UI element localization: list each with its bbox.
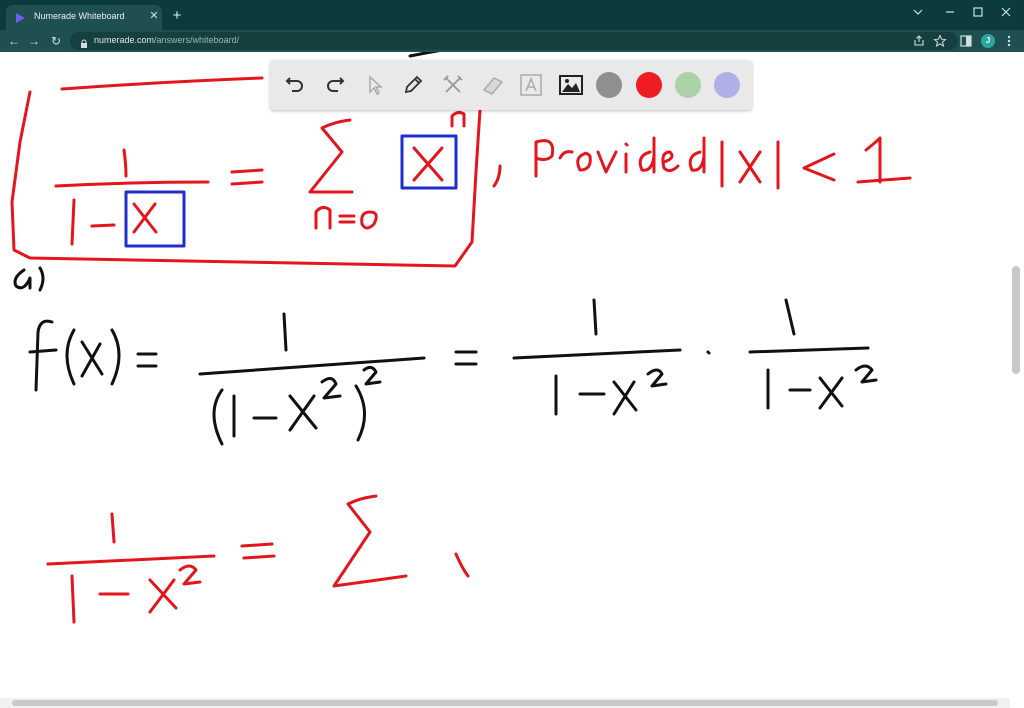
close-window-icon[interactable] [998,5,1014,19]
handwriting-layer [10,52,912,624]
eraser-icon[interactable] [480,72,506,98]
color-swatch-red[interactable] [636,72,662,98]
ink-sigma-1 [308,118,354,194]
ink-x-1 [132,202,158,234]
horizontal-scrollbar-thumb[interactable] [12,700,998,706]
back-icon[interactable]: ← [6,33,22,49]
ink-numerator-4 [784,298,796,336]
ink-one [856,136,912,184]
image-icon[interactable] [558,72,584,98]
url-host: numerade.com [94,35,155,45]
drawing-toolbar [270,60,752,110]
browser-tab-bar: Numerade Whiteboard ✕ + [0,0,1024,30]
text-icon[interactable] [518,72,544,98]
new-tab-button[interactable]: + [168,7,186,25]
undo-icon[interactable] [282,72,308,98]
ink-formula-box [10,90,482,268]
side-panel-icon[interactable] [959,34,973,48]
ink-denominator-5 [70,564,202,624]
ink-fraction-bar-4 [748,346,870,354]
maximize-icon[interactable] [970,5,986,19]
pointer-icon[interactable] [362,72,388,98]
whiteboard-canvas[interactable] [0,52,1024,708]
address-bar[interactable]: numerade.com/answers/whiteboard/ [70,32,958,50]
redo-icon[interactable] [322,72,348,98]
ink-sigma-2 [332,494,408,588]
pen-icon[interactable] [400,72,426,98]
ink-part-a [13,266,45,292]
profile-avatar[interactable]: J [981,34,995,48]
more-menu-icon[interactable] [1002,34,1016,48]
ink-denominator-1 [70,198,76,246]
ink-paren-close [110,328,121,386]
bookmark-star-icon[interactable] [933,34,947,48]
ink-fraction-bar-1 [54,180,210,188]
forward-icon[interactable]: → [26,33,42,49]
ink-numerator-1 [122,148,128,178]
ink-x-3 [80,340,104,378]
ink-f [28,319,58,392]
ink-minus-1 [90,223,116,228]
ink-n-0 [314,205,378,230]
tools-icon[interactable] [440,72,466,98]
share-icon[interactable] [912,34,926,48]
ink-top-fragment [408,52,441,58]
ink-comma [492,164,502,188]
ink-fraction-bar-2 [198,356,426,376]
ink-less-than [802,152,836,182]
ink-equals-3 [454,350,478,366]
tab-title: Numerade Whiteboard [34,11,125,21]
ink-x-2 [412,146,444,182]
tab-close-icon[interactable]: ✕ [148,9,160,23]
color-swatch-purple[interactable] [714,72,740,98]
horizontal-scrollbar[interactable] [0,698,1010,708]
ink-partial-stroke [454,552,470,578]
ink-dot [706,350,711,355]
ink-abs-x [720,140,780,190]
lock-icon [80,36,88,48]
ink-box-top [60,76,264,91]
ink-denominator-3 [554,368,668,416]
browser-toolbar: ← → ↻ numerade.com/answers/whiteboard/ J [0,30,1024,52]
ink-equals-4 [240,542,276,560]
color-swatch-gray[interactable] [596,72,622,98]
numerade-favicon-icon [14,11,26,23]
chevron-down-icon[interactable] [910,5,926,19]
ink-equals-2 [136,352,158,368]
reload-icon[interactable]: ↻ [48,33,64,49]
ink-blue-box-x-1 [124,190,186,248]
ink-fraction-bar-5 [46,554,216,566]
ink-denominator-2 [212,365,382,446]
minimize-icon[interactable] [942,5,958,19]
ink-numerator-5 [110,512,116,544]
ink-numerator-2 [282,312,288,352]
browser-tab[interactable]: Numerade Whiteboard ✕ [6,5,162,30]
ink-paren-open [65,328,76,386]
ink-provided [534,136,706,178]
url-text: numerade.com/answers/whiteboard/ [94,35,239,45]
ink-fraction-bar-3 [512,348,682,360]
vertical-scrollbar[interactable] [1012,266,1020,374]
ink-exponent-n [450,110,466,128]
color-swatch-green[interactable] [675,72,701,98]
ink-numerator-3 [592,298,598,336]
ink-equals-1 [230,168,264,186]
ink-denominator-4 [766,364,878,410]
url-path: /answers/whiteboard/ [154,35,240,45]
